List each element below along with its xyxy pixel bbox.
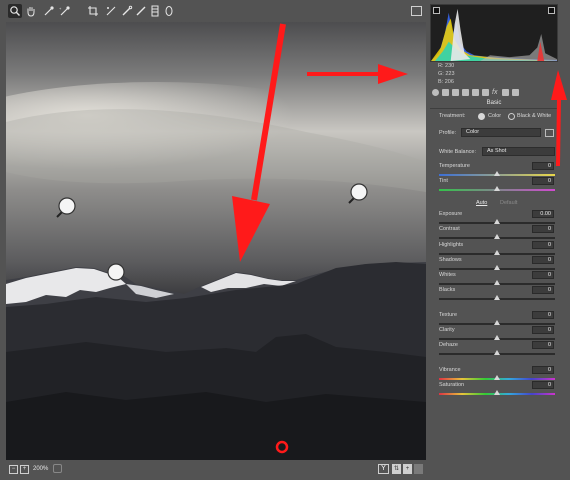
slider-label-vibrance: Vibrance bbox=[439, 367, 461, 373]
graduated-filter-icon[interactable] bbox=[148, 4, 162, 18]
photo-preview bbox=[6, 22, 426, 460]
slider-value-tint[interactable]: 0 bbox=[532, 177, 554, 185]
slider-label-blacks: Blacks bbox=[439, 287, 456, 293]
crop-icon[interactable] bbox=[86, 4, 100, 18]
slider-value-temperature[interactable]: 0 bbox=[532, 162, 554, 170]
highlight-clipping-indicator[interactable] bbox=[548, 7, 555, 14]
g-label: G: bbox=[438, 71, 444, 77]
white-balance-label: White Balance: bbox=[439, 149, 476, 155]
image-canvas[interactable] bbox=[6, 22, 426, 460]
radial-filter-icon[interactable] bbox=[162, 4, 176, 18]
b-label: B: bbox=[438, 79, 444, 85]
slider-thumb-vibrance[interactable] bbox=[494, 375, 500, 380]
r-value: 230 bbox=[445, 63, 455, 69]
shadow-clipping-indicator[interactable] bbox=[433, 7, 440, 14]
treatment-color-label: Color bbox=[488, 113, 502, 119]
profile-dropdown[interactable]: Color bbox=[461, 128, 541, 137]
slider-thumb-clarity[interactable] bbox=[494, 335, 500, 340]
slider-value-vibrance[interactable]: 0 bbox=[532, 366, 554, 374]
slider-value-exposure[interactable]: 0.00 bbox=[532, 210, 554, 218]
color-sampler-icon[interactable]: + bbox=[58, 4, 72, 18]
g-value: 223 bbox=[445, 71, 455, 77]
slider-value-blacks[interactable]: 0 bbox=[532, 286, 554, 294]
tab-basic-icon[interactable] bbox=[432, 89, 439, 96]
slider-value-contrast[interactable]: 0 bbox=[532, 225, 554, 233]
slider-label-clarity: Clarity bbox=[439, 327, 455, 333]
toggle-preview-button[interactable] bbox=[414, 464, 423, 474]
slider-value-dehaze[interactable]: 0 bbox=[532, 341, 554, 349]
white-balance-icon[interactable] bbox=[42, 4, 56, 18]
slider-label-dehaze: Dehaze bbox=[439, 342, 458, 348]
divider bbox=[430, 108, 558, 109]
copy-settings-button[interactable]: + bbox=[403, 464, 412, 474]
slider-label-contrast: Contrast bbox=[439, 226, 460, 232]
color-sampler-marker[interactable] bbox=[346, 182, 370, 206]
spot-removal-icon[interactable] bbox=[120, 4, 134, 18]
slider-label-highlights: Highlights bbox=[439, 242, 464, 248]
histogram-graph bbox=[431, 8, 557, 62]
slider-label-whites: Whites bbox=[439, 272, 456, 278]
slider-value-shadows[interactable]: 0 bbox=[532, 256, 554, 264]
slider-value-clarity[interactable]: 0 bbox=[532, 326, 554, 334]
straighten-icon[interactable] bbox=[104, 4, 118, 18]
slider-label-temperature: Temperature bbox=[439, 163, 470, 169]
treatment-color-radio[interactable] bbox=[478, 113, 485, 120]
slider-thumb-blacks[interactable] bbox=[494, 295, 500, 300]
open-preferences-button[interactable] bbox=[411, 6, 422, 16]
auto-button[interactable]: Auto bbox=[476, 200, 487, 206]
zoom-out-button[interactable]: − bbox=[9, 465, 18, 474]
slider-thumb-highlights[interactable] bbox=[494, 250, 500, 255]
slider-thumb-saturation[interactable] bbox=[494, 390, 500, 395]
slider-value-whites[interactable]: 0 bbox=[532, 271, 554, 279]
slider-thumb-whites[interactable] bbox=[494, 280, 500, 285]
section-title: Basic bbox=[486, 100, 502, 106]
tab-effects-icon[interactable]: fx bbox=[492, 89, 499, 96]
zoom-icon[interactable] bbox=[8, 4, 22, 18]
svg-text:+: + bbox=[59, 6, 62, 11]
slider-thumb-exposure[interactable] bbox=[494, 219, 500, 224]
tab-tone-curve-icon[interactable] bbox=[442, 89, 449, 96]
tab-calibration-icon[interactable] bbox=[502, 89, 509, 96]
panel-tabs: fx bbox=[430, 88, 558, 98]
slider-label-texture: Texture bbox=[439, 312, 458, 318]
slider-label-tint: Tint bbox=[439, 178, 448, 184]
tab-split-toning-icon[interactable] bbox=[472, 89, 479, 96]
tab-detail-icon[interactable] bbox=[452, 89, 459, 96]
treatment-bw-label: Black & White bbox=[517, 113, 552, 119]
slider-label-exposure: Exposure bbox=[439, 211, 463, 217]
slider-thumb-contrast[interactable] bbox=[494, 234, 500, 239]
slider-value-saturation[interactable]: 0 bbox=[532, 381, 554, 389]
before-after-toggle[interactable]: Y bbox=[378, 464, 389, 474]
slider-thumb-temperature[interactable] bbox=[494, 171, 500, 176]
profile-label: Profile: bbox=[439, 130, 457, 136]
tab-presets-icon[interactable] bbox=[512, 89, 519, 96]
slider-thumb-texture[interactable] bbox=[494, 320, 500, 325]
slider-label-saturation: Saturation bbox=[439, 382, 465, 388]
tab-lens-icon[interactable] bbox=[482, 89, 489, 96]
treatment-label: Treatment: bbox=[439, 113, 466, 119]
b-value: 206 bbox=[444, 79, 454, 85]
treatment-bw-radio[interactable] bbox=[508, 113, 515, 120]
swap-settings-button[interactable]: ⇅ bbox=[392, 464, 401, 474]
rgb-readout: R: 230 G: 223 B: 206 bbox=[438, 62, 455, 86]
slider-value-texture[interactable]: 0 bbox=[532, 311, 554, 319]
zoom-level: 200% bbox=[33, 466, 49, 472]
default-button[interactable]: Default bbox=[500, 200, 517, 206]
white-balance-dropdown[interactable]: As Shot bbox=[482, 147, 555, 156]
color-sampler-marker[interactable] bbox=[106, 262, 126, 282]
slider-value-highlights[interactable]: 0 bbox=[532, 241, 554, 249]
brush-icon[interactable] bbox=[134, 4, 148, 18]
slider-label-shadows: Shadows bbox=[439, 257, 462, 263]
tab-hsl-icon[interactable] bbox=[462, 89, 469, 96]
slider-thumb-shadows[interactable] bbox=[494, 265, 500, 270]
histogram bbox=[430, 4, 558, 62]
color-sampler-marker[interactable] bbox=[54, 196, 78, 220]
zoom-in-button[interactable]: + bbox=[20, 465, 29, 474]
hand-icon[interactable] bbox=[24, 4, 38, 18]
slider-thumb-dehaze[interactable] bbox=[494, 350, 500, 355]
r-label: R: bbox=[438, 63, 444, 69]
zoom-dropdown[interactable] bbox=[53, 464, 62, 473]
slider-thumb-tint[interactable] bbox=[494, 186, 500, 191]
profile-browser-icon[interactable] bbox=[545, 129, 554, 137]
